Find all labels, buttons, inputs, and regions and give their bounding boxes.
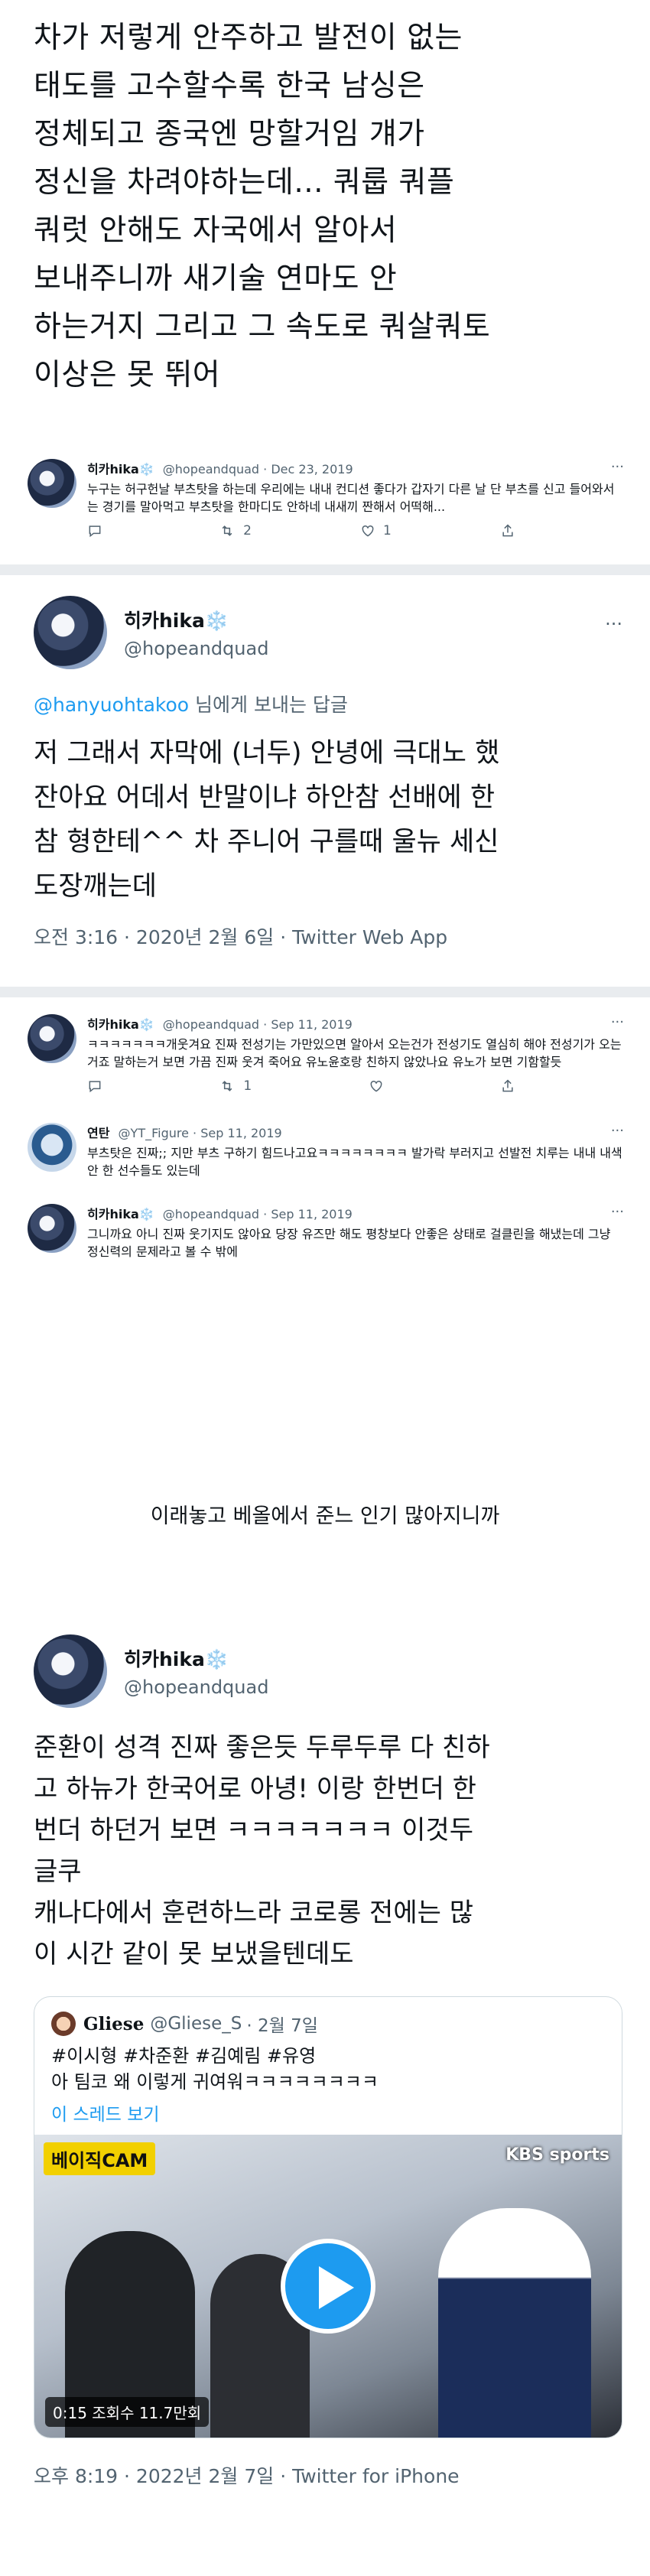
tweet-header: 히카hika❄️ @hopeandquad ··· bbox=[34, 590, 622, 675]
author-name[interactable]: 히카hika❄️ bbox=[87, 462, 154, 476]
author-name[interactable]: 히카hika❄️ bbox=[87, 1017, 154, 1032]
last-tweet: 히카hika❄️ @hopeandquad 준환이 성격 진짜 좋은듯 두루두루… bbox=[34, 1629, 622, 2489]
video-brand-badge: 베이직CAM bbox=[44, 2142, 156, 2175]
reply-to-link[interactable]: @hanyuohtakoo bbox=[34, 694, 189, 716]
like-button[interactable]: 1 bbox=[360, 523, 392, 538]
show-thread-link[interactable]: 이 스레드 보기 bbox=[51, 2100, 605, 2126]
tweet-actions: 2 1 bbox=[87, 523, 515, 538]
author-handle[interactable]: @hopeandquad bbox=[163, 1017, 259, 1032]
tweet-header: 히카hika❄️ @hopeandquad · Sep 11, 2019 bbox=[87, 1204, 624, 1222]
quoted-tweet[interactable]: Gliese @Gliese_S · 2월 7일 #이시형 #차준환 #김예림 … bbox=[34, 1996, 622, 2438]
tweet-text: 저 그래서 자막에 (너두) 안녕에 극대노 했 잔아요 어데서 반말이냐 하안… bbox=[34, 738, 500, 902]
reply-button[interactable] bbox=[87, 1078, 102, 1094]
tweet-header: 히카hika❄️ @hopeandquad bbox=[34, 1629, 622, 1713]
more-icon[interactable]: ··· bbox=[605, 613, 622, 635]
tweet-timestamp[interactable]: 오전 3:16 · 2020년 2월 6일 · Twitter Web App bbox=[34, 922, 622, 950]
author-handle[interactable]: @hopeandquad bbox=[163, 1207, 259, 1221]
video-duration-views: 0:15 조회수 11.7만회 bbox=[45, 2397, 210, 2427]
top-tweet-section: 차가 저렇게 안주하고 발전이 없는 태도를 고수할수록 한국 남싱은 정체되고… bbox=[0, 0, 650, 428]
tweet-header: 히카hika❄️ @hopeandquad · Dec 23, 2019 bbox=[87, 459, 624, 477]
tweet-actions: 1 bbox=[87, 1078, 515, 1094]
heart-icon bbox=[362, 525, 374, 537]
retweet-icon bbox=[222, 525, 232, 536]
mini-tweet[interactable]: 히카hika❄️ @hopeandquad · Sep 11, 2019 ···… bbox=[28, 1196, 624, 1268]
quoted-tweet-text: #이시형 #차준환 #김예림 #유영 아 팀코 왜 이렇게 귀여워ㅋㅋㅋㅋㅋㅋㅋ… bbox=[51, 2045, 379, 2093]
reply-thread-1: 히카hika❄️ @hopeandquad · Dec 23, 2019 ···… bbox=[28, 451, 624, 546]
quoted-tweet-header: Gliese @Gliese_S · 2월 7일 bbox=[51, 2011, 605, 2037]
video-channel-logo: KBS sports bbox=[505, 2145, 609, 2165]
share-button[interactable] bbox=[500, 523, 515, 538]
quoted-tweet-date[interactable]: · 2월 7일 bbox=[246, 2011, 318, 2037]
caption-text: 이래놓고 베올에서 준느 인기 많아지니까 bbox=[150, 1504, 500, 1528]
tweet-timestamp[interactable]: 오후 8:19 · 2022년 2월 7일 · Twitter for iPho… bbox=[34, 2461, 622, 2489]
author-name[interactable]: 히카hika❄️ bbox=[124, 1644, 268, 1672]
share-button[interactable] bbox=[500, 1078, 515, 1094]
tweet-header: 히카hika❄️ @hopeandquad · Sep 11, 2019 bbox=[87, 1014, 624, 1033]
tweet-text: 그니까요 아니 진짜 웃기지도 않아요 당장 유즈만 해도 평창보다 안좋은 상… bbox=[87, 1227, 611, 1259]
tweet-text: ㅋㅋㅋㅋㅋㅋㅋ개웃겨요 진짜 전성기는 가만있으면 알아서 오는건가 전성기도 … bbox=[87, 1037, 622, 1069]
top-tweet-text: 차가 저렇게 안주하고 발전이 없는 태도를 고수할수록 한국 남싱은 정체되고… bbox=[34, 21, 491, 392]
mini-tweet[interactable]: 히카hika❄️ @hopeandquad · Sep 11, 2019 ···… bbox=[28, 1007, 624, 1101]
tweet-date[interactable]: · Sep 11, 2019 bbox=[193, 1126, 282, 1140]
author-handle[interactable]: @hopeandquad bbox=[124, 1677, 268, 1698]
quoted-author-handle[interactable]: @Gliese_S bbox=[150, 2014, 242, 2034]
play-icon[interactable] bbox=[281, 2239, 375, 2334]
avatar[interactable] bbox=[28, 1204, 76, 1253]
avatar[interactable] bbox=[28, 1123, 76, 1172]
reply-icon bbox=[89, 1081, 101, 1093]
avatar[interactable] bbox=[51, 2012, 76, 2036]
mini-tweet[interactable]: 히카hika❄️ @hopeandquad · Dec 23, 2019 ···… bbox=[28, 451, 624, 546]
author-name[interactable]: 히카hika❄️ bbox=[124, 606, 268, 633]
more-icon[interactable]: ··· bbox=[611, 1014, 624, 1030]
tweet-text: 부츠탓은 진짜;; 지만 부츠 구하기 힘드나고요ㅋㅋㅋㅋㅋㅋㅋㅋ 발가락 부러… bbox=[87, 1146, 622, 1178]
more-icon[interactable]: ··· bbox=[611, 1204, 624, 1220]
reply-context: @hanyuohtakoo 님에게 보내는 답글 bbox=[34, 694, 348, 716]
reply-icon bbox=[89, 525, 101, 538]
author-handle[interactable]: @YT_Figure bbox=[119, 1126, 189, 1140]
reply-button[interactable] bbox=[87, 523, 110, 538]
avatar[interactable] bbox=[28, 1014, 76, 1063]
video-figure bbox=[438, 2208, 591, 2438]
main-tweet: 히카hika❄️ @hopeandquad ··· @hanyuohtakoo … bbox=[34, 590, 622, 950]
avatar[interactable] bbox=[34, 1634, 107, 1708]
tweet-date[interactable]: · Sep 11, 2019 bbox=[263, 1017, 353, 1032]
retweet-button[interactable]: 2 bbox=[219, 523, 252, 538]
author-name[interactable]: 연탄 bbox=[87, 1126, 109, 1140]
avatar[interactable] bbox=[34, 596, 107, 669]
more-icon[interactable]: ··· bbox=[611, 1123, 624, 1139]
heart-icon bbox=[370, 1080, 382, 1092]
author-handle[interactable]: @hopeandquad bbox=[163, 462, 259, 476]
tweet-text: 누구는 허구헌날 부츠탓을 하는데 우리에는 내내 컨디션 좋다가 갑자기 다른… bbox=[87, 482, 615, 514]
tweet-header: 연탄 @YT_Figure · Sep 11, 2019 bbox=[87, 1123, 624, 1141]
author-name[interactable]: 히카hika❄️ bbox=[87, 1207, 154, 1221]
section-divider bbox=[0, 564, 650, 575]
retweet-icon bbox=[223, 1081, 232, 1091]
mini-tweet[interactable]: 연탄 @YT_Figure · Sep 11, 2019 ··· 부츠탓은 진짜… bbox=[28, 1115, 624, 1187]
section-divider bbox=[0, 987, 650, 997]
avatar[interactable] bbox=[28, 459, 76, 508]
more-icon[interactable]: ··· bbox=[611, 459, 624, 475]
tweet-date[interactable]: · Sep 11, 2019 bbox=[263, 1207, 353, 1221]
reply-thread-2: 히카hika❄️ @hopeandquad · Sep 11, 2019 ···… bbox=[28, 1007, 624, 1268]
like-button[interactable] bbox=[369, 1078, 384, 1094]
video-player[interactable]: 베이직CAM KBS sports 0:15 조회수 11.7만회 bbox=[34, 2135, 622, 2438]
share-icon bbox=[502, 524, 513, 537]
author-handle[interactable]: @hopeandquad bbox=[124, 638, 268, 659]
retweet-button[interactable]: 1 bbox=[219, 1078, 252, 1094]
tweet-text: 준환이 성격 진짜 좋은듯 두루두루 다 친하 고 하뉴가 한국어로 아녕! 이… bbox=[34, 1732, 490, 1969]
share-icon bbox=[502, 1079, 513, 1092]
quoted-author-name[interactable]: Gliese bbox=[83, 2014, 144, 2034]
tweet-date[interactable]: · Dec 23, 2019 bbox=[263, 462, 353, 476]
